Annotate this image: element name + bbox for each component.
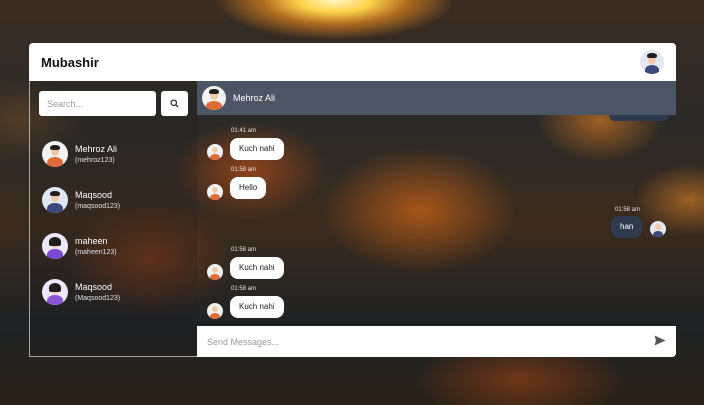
- contact-item-maqsood[interactable]: Maqsood (maqsood123): [42, 177, 192, 223]
- message-time: 01:41 am: [231, 128, 257, 134]
- contact-avatar: [42, 141, 68, 167]
- current-user-avatar[interactable]: [640, 50, 664, 74]
- chat-contact-name: Mehroz Ali: [233, 93, 276, 103]
- search-row: [39, 91, 188, 116]
- contact-name: Mehroz Ali: [75, 144, 118, 154]
- contact-item-maheen[interactable]: maheen (maheen123): [42, 223, 192, 269]
- contact-name: Maqsood: [75, 282, 113, 292]
- contact-handle: (Maqsood123): [75, 295, 121, 302]
- contact-handle: (mehroz123): [75, 157, 115, 164]
- search-input[interactable]: [39, 91, 156, 116]
- contact-handle: (maheen123): [75, 249, 117, 256]
- chat-app: Mubashir Mehroz Ali: [29, 43, 676, 357]
- send-icon: [654, 333, 666, 351]
- top-bar: Mubashir: [29, 43, 676, 81]
- message-time: 01:58 am: [231, 247, 257, 253]
- message-avatar: [650, 221, 666, 237]
- contact-avatar: [42, 233, 68, 259]
- contact-avatar: [42, 187, 68, 213]
- message-bubble: Kuch nahi: [230, 138, 284, 160]
- message-time: 01:58 am: [231, 167, 257, 173]
- scrolled-message-fragment: [609, 115, 669, 121]
- chat-contact-avatar: [202, 86, 226, 110]
- contact-item-maqsood-2[interactable]: Maqsood (Maqsood123): [42, 269, 192, 315]
- contact-list: Mehroz Ali (mehroz123) Maqsood (maqsood1…: [42, 131, 192, 315]
- contact-name: Maqsood: [75, 190, 113, 200]
- current-user-name: Mubashir: [41, 54, 99, 70]
- message-input[interactable]: [207, 336, 627, 347]
- message-avatar: [207, 303, 223, 319]
- message-avatar: [207, 144, 223, 160]
- message-bubble: Kuch nahi: [230, 257, 284, 279]
- send-button[interactable]: [654, 333, 666, 351]
- contact-handle: (maqsood123): [75, 203, 121, 210]
- contact-avatar: [42, 279, 68, 305]
- message-time: 01:58 am: [615, 207, 641, 213]
- message-avatar: [207, 184, 223, 200]
- contact-item-mehroz-ali[interactable]: Mehroz Ali (mehroz123): [42, 131, 192, 177]
- contact-name: maheen: [75, 236, 108, 246]
- message-bubble: Hello: [230, 177, 267, 199]
- message-bubble: han: [611, 216, 643, 238]
- message-bubble: Kuch nahi: [230, 296, 284, 318]
- contacts-sidebar: Mehroz Ali (mehroz123) Maqsood (maqsood1…: [29, 81, 197, 357]
- search-icon: [170, 96, 179, 111]
- message-avatar: [207, 264, 223, 280]
- message-time: 01:58 am: [231, 286, 257, 292]
- search-button[interactable]: [161, 91, 188, 116]
- message-composer: [197, 326, 676, 357]
- chat-header: Mehroz Ali: [197, 81, 676, 115]
- chat-panel: Mehroz Ali 01:41 am Kuch nahi 01:58 am H…: [197, 81, 676, 357]
